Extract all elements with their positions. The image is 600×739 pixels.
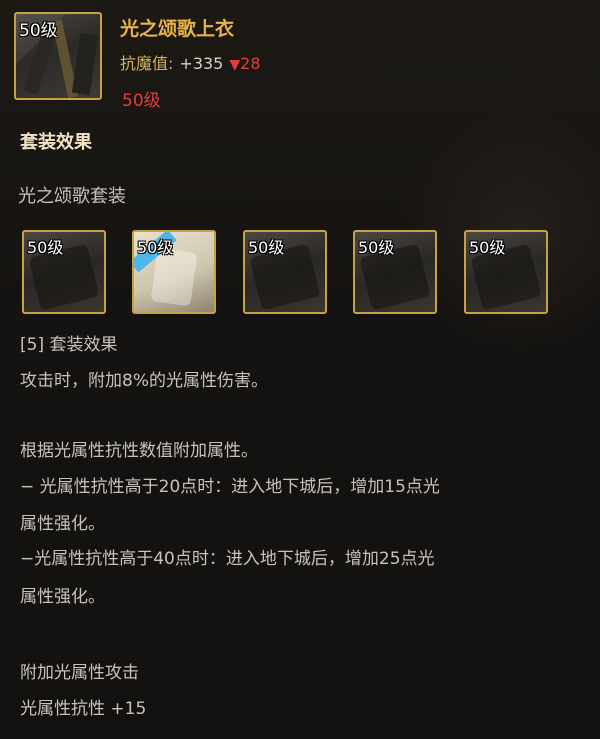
set-bonus-header: [5] 套装效果 <box>20 335 118 355</box>
pants-icon[interactable]: 50级 <box>132 230 216 314</box>
stat-diff: 28 <box>240 54 261 73</box>
effect-line: −光属性抗性高于40点时：进入地下城后，增加25点光 <box>20 549 435 569</box>
set-item-level-badge: 50级 <box>358 238 395 257</box>
stat-value: +335 <box>179 54 224 73</box>
required-level: 50级 <box>122 91 161 111</box>
stat-line: 抗魔值: +335 ▼28 <box>120 50 261 74</box>
set-items-row: 50级 50级 50级 50级 50级 <box>22 230 582 314</box>
set-name: 光之颂歌套装 <box>18 186 126 207</box>
effect-line: − 光属性抗性高于20点时：进入地下城后，增加15点光 <box>20 477 440 497</box>
effect-line: 光属性抗性 +15 <box>20 699 147 719</box>
shoes-icon[interactable]: 50级 <box>464 230 548 314</box>
stat-label: 抗魔值: <box>120 54 174 73</box>
item-name: 光之颂歌上衣 <box>120 18 235 40</box>
jacket-icon[interactable]: 50级 <box>22 230 106 314</box>
jacket-fold-shape <box>71 33 99 95</box>
set-effect-title: 套装效果 <box>20 132 92 153</box>
set-item-level-badge: 50级 <box>248 238 285 257</box>
effect-line: 根据光属性抗性数值附加属性。 <box>20 441 258 461</box>
item-header: 50级 光之颂歌上衣 抗魔值: +335 ▼28 50级 <box>12 12 588 112</box>
jacket-icon[interactable]: 50级 <box>14 12 102 100</box>
belt-icon[interactable]: 50级 <box>353 230 437 314</box>
down-arrow-icon: ▼ <box>229 57 241 73</box>
effect-line: 攻击时，附加8%的光属性伤害。 <box>20 371 268 391</box>
effect-line: 附加光属性攻击 <box>20 663 139 683</box>
item-tooltip: 50级 光之颂歌上衣 抗魔值: +335 ▼28 50级 套装效果 光之颂歌套装 5… <box>0 0 600 739</box>
effect-line: 属性强化。 <box>20 587 105 607</box>
item-level-badge: 50级 <box>19 21 58 41</box>
shoulder-icon[interactable]: 50级 <box>243 230 327 314</box>
effect-line: 属性强化。 <box>20 514 105 534</box>
set-item-level-badge: 50级 <box>27 238 64 257</box>
set-item-level-badge: 50级 <box>137 238 174 257</box>
set-item-level-badge: 50级 <box>469 238 506 257</box>
